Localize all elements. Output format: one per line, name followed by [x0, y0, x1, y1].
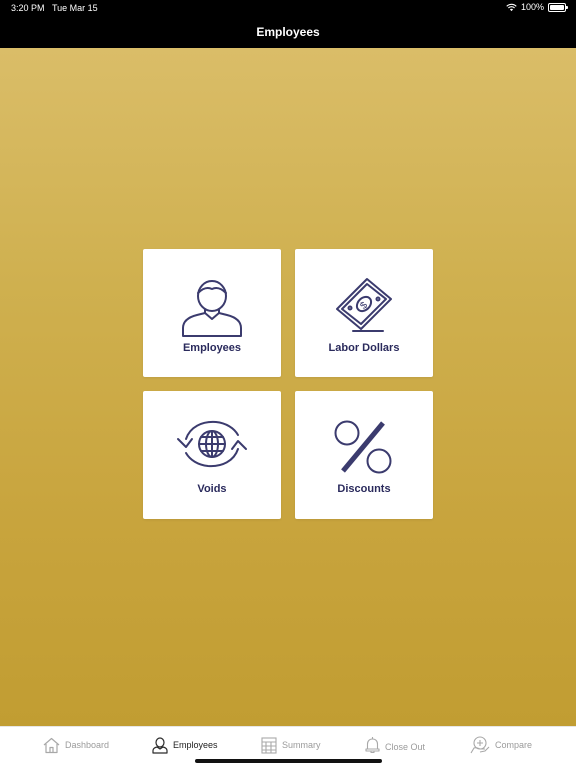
main-content: Employees $ Labor Dollars Voids Discount… — [0, 48, 576, 726]
tile-label-voids: Voids — [197, 483, 227, 495]
page-title: Employees — [256, 25, 320, 39]
tab-close-out[interactable]: Close Out — [365, 735, 425, 755]
employees-tile[interactable]: Employees — [143, 249, 281, 377]
percent-icon — [334, 420, 392, 474]
voids-tile[interactable]: Voids — [143, 391, 281, 519]
tab-label-dashboard: Dashboard — [65, 740, 110, 750]
labor-dollars-tile[interactable]: $ Labor Dollars — [295, 249, 433, 377]
home-icon — [43, 737, 60, 753]
status-indicators: 100% — [506, 2, 568, 12]
bell-icon — [365, 737, 380, 754]
report-icon — [261, 736, 277, 754]
battery-percent: 100% — [520, 2, 544, 12]
compare-icon — [470, 736, 490, 754]
tab-employees[interactable]: Employees — [152, 735, 218, 755]
person-icon — [182, 280, 242, 337]
person-icon — [152, 736, 168, 754]
globe-refresh-icon — [177, 420, 247, 468]
tab-summary[interactable]: Summary — [261, 735, 321, 755]
status-time: 3:20 PM — [11, 3, 45, 13]
tab-label-summary: Summary — [282, 740, 321, 750]
tile-label-labor-dollars: Labor Dollars — [328, 342, 400, 354]
tile-label-employees: Employees — [182, 342, 242, 354]
home-indicator — [195, 759, 382, 763]
tab-label-employees: Employees — [173, 740, 218, 750]
battery-icon — [548, 2, 568, 12]
status-bar: 3:20 PM Tue Mar 15 100% — [0, 0, 576, 16]
status-date: Tue Mar 15 — [52, 3, 98, 13]
navigation-bar: Employees — [0, 16, 576, 48]
discounts-tile[interactable]: Discounts — [295, 391, 433, 519]
money-bill-icon: $ — [336, 278, 392, 332]
tab-compare[interactable]: Compare — [470, 735, 532, 755]
wifi-icon — [506, 3, 517, 11]
tile-label-discounts: Discounts — [337, 483, 391, 495]
tab-label-close-out: Close Out — [385, 742, 426, 752]
tab-label-compare: Compare — [495, 740, 533, 750]
tab-dashboard[interactable]: Dashboard — [43, 735, 109, 755]
